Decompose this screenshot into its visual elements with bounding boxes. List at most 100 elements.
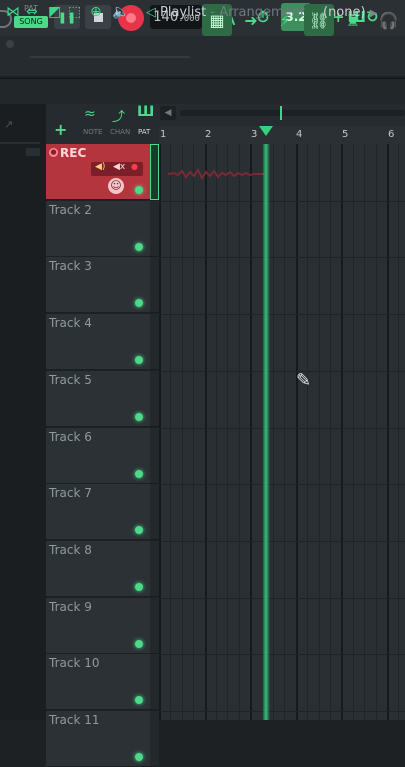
track-activity-led[interactable] — [135, 243, 143, 251]
track-activity-led[interactable] — [135, 696, 143, 704]
smiley-icon[interactable]: ☺ — [108, 178, 124, 194]
track-row-line — [159, 484, 405, 486]
track-header-rec[interactable]: ● ◀) ◀x ● ☺ REC — [46, 144, 150, 200]
beat-line — [273, 144, 274, 720]
audio-clip-waveform[interactable] — [168, 168, 264, 180]
beat-line — [193, 144, 194, 720]
track-row-line — [159, 540, 405, 542]
track-resize-handle[interactable] — [150, 257, 159, 313]
track-activity-led[interactable] — [135, 470, 143, 478]
track-resize-handle[interactable] — [150, 201, 159, 257]
chan-column-button[interactable]: CHAN — [110, 128, 130, 136]
browser-panel[interactable]: ↗ — [0, 104, 47, 720]
add-track-button[interactable]: + — [54, 120, 67, 139]
track-activity-led[interactable] — [135, 583, 143, 591]
track-name[interactable]: Track 7 — [49, 486, 92, 500]
horizontal-scrollbar[interactable] — [180, 110, 405, 116]
pattern-icon[interactable]: Ш — [137, 104, 154, 120]
beat-line — [227, 144, 228, 720]
track-header[interactable]: Track 9 — [46, 598, 150, 654]
track-header[interactable]: Track 6 — [46, 428, 150, 484]
scroll-left-button[interactable]: ◀ — [160, 106, 176, 120]
record-dot-icon[interactable]: ● — [131, 162, 138, 171]
beat-line — [353, 144, 354, 720]
bar-line — [341, 144, 343, 720]
track-resize-handle[interactable] — [150, 654, 159, 710]
playhead-marker[interactable] — [259, 126, 273, 136]
track-header[interactable]: Track 10 — [46, 654, 150, 710]
knob-icon — [6, 40, 14, 48]
waveform-icon[interactable]: ≈ — [84, 106, 96, 122]
track-resize-handle[interactable] — [150, 598, 159, 654]
track-row-line — [159, 427, 405, 429]
track-header[interactable]: Track 5 — [46, 371, 150, 427]
zoom-icon[interactable]: ⊕ — [90, 4, 102, 20]
track-resize-handle[interactable] — [150, 314, 159, 370]
speaker-icon[interactable]: 🔈 — [112, 4, 129, 20]
playhead-line — [262, 144, 270, 720]
playlist-subtitle: Arrangement — [219, 5, 305, 20]
track-resize-handle[interactable] — [150, 711, 159, 767]
slice-icon[interactable]: ◩ — [48, 4, 61, 20]
track-header[interactable]: Track 11 — [46, 711, 150, 767]
pat-column-button[interactable]: PAT — [138, 128, 150, 136]
bar-line — [159, 144, 161, 720]
beat-line — [182, 144, 183, 720]
timeline-ruler[interactable] — [159, 126, 405, 144]
select-icon[interactable]: ⬚ — [68, 4, 81, 20]
track-row-line — [159, 314, 405, 316]
track-header[interactable]: Track 3 — [46, 257, 150, 313]
mute-icon[interactable]: ◀x — [113, 162, 125, 172]
track-resize-handle[interactable] — [150, 371, 159, 427]
track-name[interactable]: Track 10 — [49, 656, 99, 670]
bar-number: 5 — [342, 129, 349, 140]
beat-line — [307, 144, 308, 720]
pattern-selector-value: (none) — [323, 5, 366, 20]
track-activity-led[interactable] — [135, 526, 143, 534]
track-resize-handle[interactable] — [150, 428, 159, 484]
slide-icon[interactable]: ⇔ — [26, 4, 38, 20]
browser-scroll[interactable] — [26, 148, 40, 156]
scroll-thumb[interactable] — [280, 106, 282, 120]
track-name[interactable]: Track 4 — [49, 316, 92, 330]
track-name[interactable]: REC — [60, 146, 86, 160]
record-arm-icon[interactable]: ● — [49, 148, 58, 157]
track-name[interactable]: Track 3 — [49, 259, 92, 273]
playlist-header — [0, 78, 405, 105]
track-name[interactable]: Track 2 — [49, 203, 92, 217]
track-activity-led[interactable] — [135, 640, 143, 648]
bar-number: 3 — [251, 129, 258, 140]
playlist-grid[interactable] — [159, 144, 405, 720]
track-header[interactable]: Track 2 — [46, 201, 150, 257]
beat-line — [364, 144, 365, 720]
snap-mode-icon[interactable]: ⋈ — [6, 4, 20, 20]
track-resize-handle[interactable] — [150, 541, 159, 597]
track-name[interactable]: Track 11 — [49, 713, 99, 727]
track-name[interactable]: Track 5 — [49, 373, 92, 387]
song-position-slider[interactable] — [30, 56, 190, 58]
playlist-title-text: Playlist — [160, 5, 207, 20]
track-name[interactable]: Track 9 — [49, 600, 92, 614]
track-activity-led[interactable] — [135, 356, 143, 364]
track-activity-led[interactable] — [135, 753, 143, 761]
playlist-icon: ◁ — [146, 5, 156, 20]
pattern-selector[interactable]: (none) ▶ — [323, 5, 377, 20]
track-activity-led[interactable] — [135, 186, 143, 194]
note-column-button[interactable]: NOTE — [83, 128, 102, 136]
playlist-title-separator: - — [206, 5, 220, 20]
track-resize-handle[interactable] — [150, 484, 159, 540]
track-name[interactable]: Track 6 — [49, 430, 92, 444]
speaker-icon[interactable]: ◀) — [95, 162, 105, 172]
track-row-line — [159, 370, 405, 372]
track-activity-led[interactable] — [135, 413, 143, 421]
track-header[interactable]: Track 4 — [46, 314, 150, 370]
track-activity-led[interactable] — [135, 299, 143, 307]
chevron-right-icon: ▶ — [369, 8, 378, 19]
browser-divider — [0, 142, 40, 144]
chevron-left-icon: ◀ — [164, 108, 172, 118]
track-header[interactable]: Track 7 — [46, 484, 150, 540]
track-name[interactable]: Track 8 — [49, 543, 92, 557]
track-header[interactable]: Track 8 — [46, 541, 150, 597]
track-resize-handle[interactable] — [150, 144, 159, 200]
automation-icon[interactable]: ⤴ — [112, 106, 125, 125]
